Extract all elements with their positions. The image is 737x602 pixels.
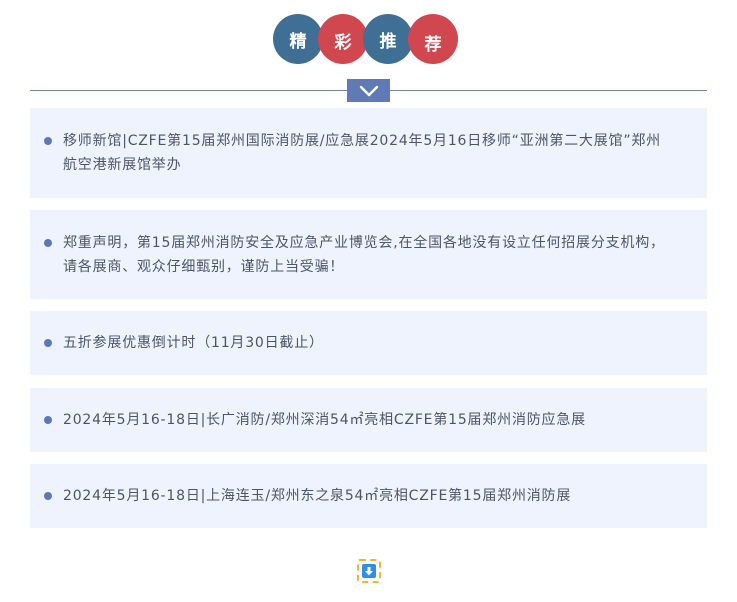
news-item-1[interactable]: 移师新馆|CZFE第15届郑州国际消防展/应急展2024年5月16日移师“亚洲第… [30,108,707,198]
news-item-text: 郑重声明，第15届郑州消防安全及应急产业博览会,在全国各地没有设立任何招展分支机… [63,234,665,275]
bullet-icon [44,492,52,500]
bullet-icon [44,339,52,347]
scroll-down-button[interactable] [357,559,381,583]
news-item-2[interactable]: 郑重声明，第15届郑州消防安全及应急产业博览会,在全国各地没有设立任何招展分支机… [30,210,707,299]
news-item-text: 2024年5月16-18日|长广消防/郑州深消54㎡亮相CZFE第15届郑州消防… [63,412,586,428]
featured-header: 精 彩 推 荐 [0,0,737,110]
news-item-text: 2024年5月16-18日|上海连玉/郑州东之泉54㎡亮相CZFE第15届郑州消… [63,488,572,504]
news-item-4[interactable]: 2024年5月16-18日|长广消防/郑州深消54㎡亮相CZFE第15届郑州消防… [30,388,707,452]
news-item-text: 移师新馆|CZFE第15届郑州国际消防展/应急展2024年5月16日移师“亚洲第… [63,133,661,173]
title-char-3: 推 [363,14,413,64]
bullet-icon [44,239,52,247]
down-arrow-icon [362,564,376,578]
title-char-2: 彩 [318,14,368,64]
news-item-5[interactable]: 2024年5月16-18日|上海连玉/郑州东之泉54㎡亮相CZFE第15届郑州消… [30,464,707,528]
bullet-icon [44,137,52,145]
news-item-text: 五折参展优惠倒计时（11月30日截止） [63,335,324,351]
bullet-icon [44,416,52,424]
expand-button[interactable] [347,79,390,102]
title-char-4: 荐 [408,14,458,64]
title-char-1: 精 [273,14,323,64]
chevron-down-icon [359,85,378,96]
news-item-3[interactable]: 五折参展优惠倒计时（11月30日截止） [30,311,707,375]
